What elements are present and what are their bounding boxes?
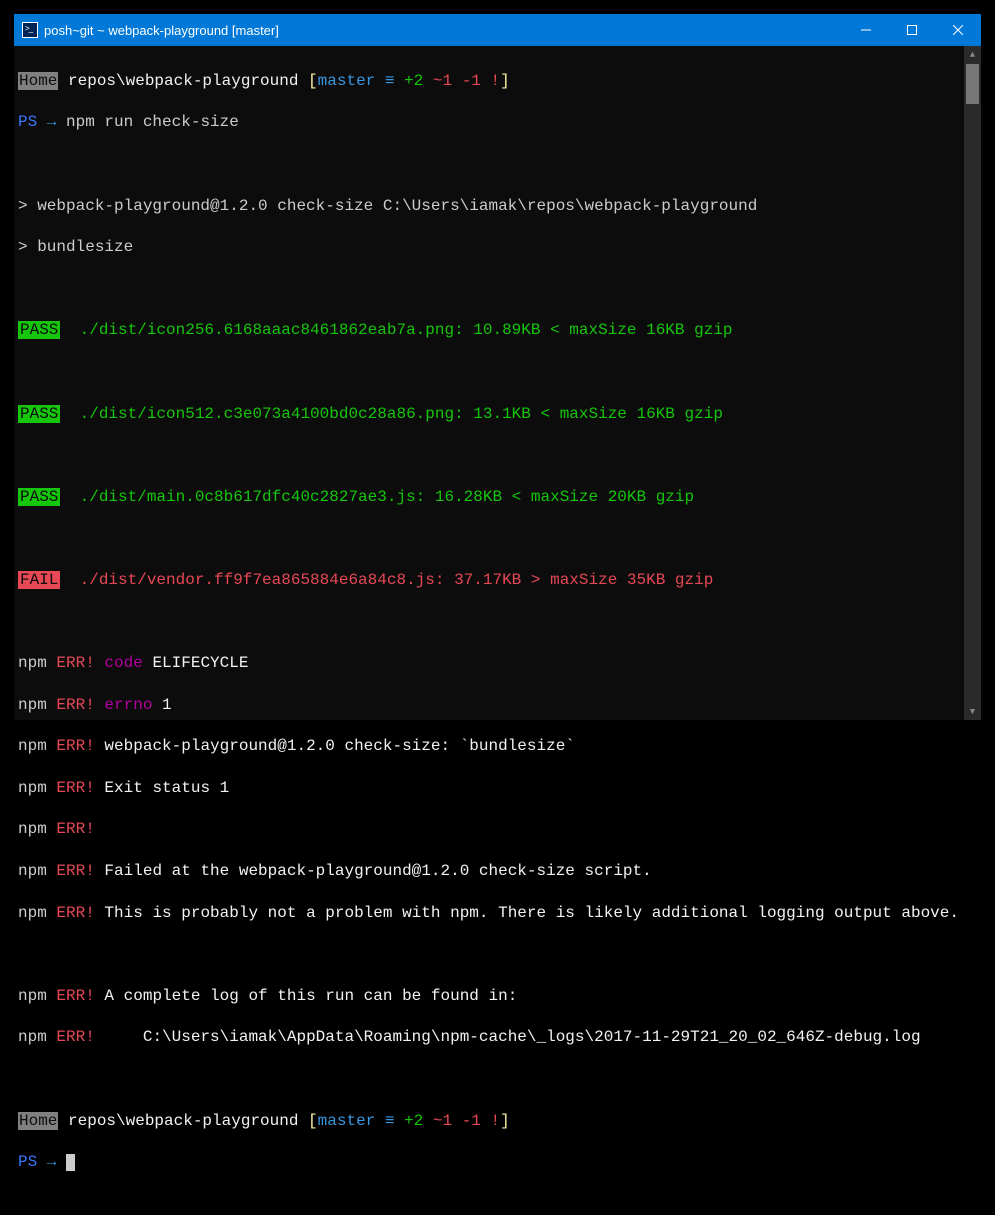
blank-line [18,362,979,383]
fail-badge: FAIL [18,571,60,589]
titlebar[interactable]: posh~git ~ webpack-playground [master] [14,14,981,46]
npm-error-line: npm ERR! Exit status 1 [18,778,979,799]
bundlesize-result-line: PASS ./dist/main.0c8b617dfc40c2827ae3.js… [18,487,979,508]
window-title: posh~git ~ webpack-playground [master] [44,23,843,38]
npm-error-line: npm ERR! C:\Users\iamak\AppData\Roaming\… [18,1027,979,1048]
blank-line [18,1069,979,1090]
pass-badge: PASS [18,488,60,506]
npm-error-line: npm ERR! webpack-playground@1.2.0 check-… [18,736,979,757]
scrollbar-thumb[interactable] [966,64,979,104]
window-controls [843,14,981,46]
prompt-line: Home repos\webpack-playground [master ≡ … [18,71,979,92]
npm-error-line: npm ERR! code ELIFECYCLE [18,653,979,674]
pass-badge: PASS [18,405,60,423]
scroll-up-icon[interactable]: ▲ [964,46,981,63]
powershell-window: posh~git ~ webpack-playground [master] H… [0,0,995,734]
bundlesize-result-line: PASS ./dist/icon256.6168aaac8461862eab7a… [18,320,979,341]
bundlesize-result-line: FAIL ./dist/vendor.ff9f7ea865884e6a84c8.… [18,570,979,591]
cursor-icon [66,1154,75,1172]
npm-header-line: > webpack-playground@1.2.0 check-size C:… [18,196,979,217]
close-button[interactable] [935,14,981,46]
blank-line [18,528,979,549]
minimize-button[interactable] [843,14,889,46]
blank-line [18,944,979,965]
home-label: Home [18,72,58,90]
bundlesize-result-line: PASS ./dist/icon512.c3e073a4100bd0c28a86… [18,404,979,425]
blank-line [18,279,979,300]
blank-line [18,612,979,633]
pass-badge: PASS [18,321,60,339]
npm-error-line: npm ERR! [18,819,979,840]
home-label: Home [18,1112,58,1130]
npm-error-line: npm ERR! A complete log of this run can … [18,986,979,1007]
terminal-output[interactable]: Home repos\webpack-playground [master ≡ … [14,46,981,720]
npm-header-line: > bundlesize [18,237,979,258]
scroll-down-icon[interactable]: ▼ [964,703,981,720]
scrollbar[interactable]: ▲ ▼ [964,46,981,720]
command-line[interactable]: PS → [18,1152,979,1173]
command-line: PS → npm run check-size [18,112,979,133]
npm-error-line: npm ERR! Failed at the webpack-playgroun… [18,861,979,882]
npm-error-line: npm ERR! errno 1 [18,695,979,716]
prompt-line: Home repos\webpack-playground [master ≡ … [18,1111,979,1132]
npm-error-line: npm ERR! This is probably not a problem … [18,903,979,924]
powershell-icon [22,22,38,38]
maximize-button[interactable] [889,14,935,46]
blank-line [18,445,979,466]
blank-line [18,154,979,175]
